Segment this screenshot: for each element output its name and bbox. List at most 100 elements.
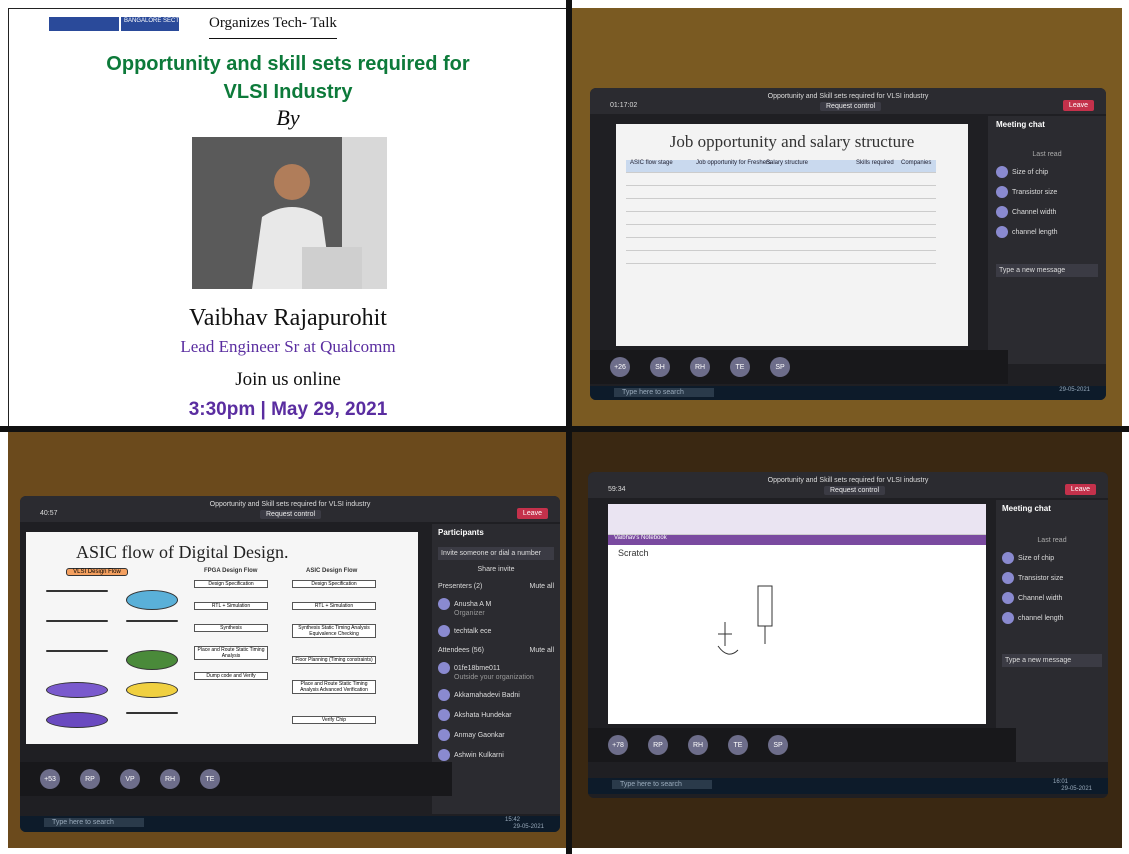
taskbar: Type here to search 16:01 29-05-2021 [588,778,1108,794]
avatar [438,729,450,741]
taskbar-search[interactable]: Type here to search [44,818,144,827]
message-input[interactable]: Type a new message [996,264,1098,277]
by-label: By [276,105,300,130]
participant-tile[interactable]: RH [688,735,708,755]
request-control-button[interactable]: Request control [260,510,322,519]
asic-step: Synthesis Static Timing Analysis Equival… [292,624,376,638]
participant-tile[interactable]: +26 [610,357,630,377]
chat-message: Channel width [996,206,1098,218]
invite-input[interactable]: Invite someone or dial a number [438,547,554,560]
taskbar-search[interactable]: Type here to search [612,780,712,789]
participant-tile[interactable]: VP [120,769,140,789]
request-control-button[interactable]: Request control [824,486,886,495]
talk-title-line1: Opportunity and skill sets required for [106,53,470,75]
meeting-photo-salary: Opportunity and Skill sets required for … [572,8,1122,426]
mute-all-button[interactable]: Mute all [529,647,554,654]
participant-row[interactable]: Akkamahadevi Badni [438,689,554,701]
leave-button[interactable]: Leave [516,508,548,519]
fpga-step: RTL + Simulation [194,602,268,610]
fpga-flow-title: FPGA Design Flow [204,568,258,574]
mute-all-button[interactable]: Mute all [529,583,554,590]
participant-tile[interactable]: SP [768,735,788,755]
avatar [1002,612,1014,624]
table-row [626,212,936,225]
flow-title-box: VLSI Design Flow [66,568,128,576]
taskbar-search[interactable]: Type here to search [614,388,714,397]
asic-step: RTL + Simulation [292,602,376,610]
participant-tile[interactable]: SP [770,357,790,377]
chat-message: channel length [996,226,1098,238]
laptop-screen: Opportunity and Skill sets required for … [588,472,1108,798]
participant-row[interactable]: techtalk ece [438,625,554,637]
chat-message: Transistor size [1002,572,1102,584]
leave-button[interactable]: Leave [1064,484,1096,495]
participant-tile[interactable]: RH [690,357,710,377]
table-row [626,251,936,264]
share-invite-button[interactable]: Share invite [438,566,554,573]
table-header: ASIC flow stage Job opportunity for Fres… [626,160,936,173]
participant-row[interactable]: Akshata Hundekar [438,709,554,721]
shared-slide: Job opportunity and salary structure ASI… [616,124,968,346]
presenters-header: Presenters (2) Mute all [438,583,554,590]
table-row [626,225,936,238]
divider [0,426,1129,432]
meeting-timer: 59:34 [608,486,626,493]
chat-title: Meeting chat [996,120,1045,129]
participant-tile[interactable]: TE [728,735,748,755]
event-poster: BANGALORE SECTION Organizes Tech- Talk O… [8,8,568,428]
avatar [996,166,1008,178]
meeting-title: Opportunity and Skill sets required for … [767,93,929,100]
avatar [1002,592,1014,604]
flow-step [46,590,108,592]
message-input[interactable]: Type a new message [1002,654,1102,667]
chat-message: Size of chip [996,166,1098,178]
participant-tile[interactable]: RP [80,769,100,789]
participant-tile[interactable]: +53 [40,769,60,789]
participant-tile[interactable]: RP [648,735,668,755]
participant-tile[interactable]: +78 [608,735,628,755]
participant-tile[interactable]: TE [200,769,220,789]
participant-row[interactable]: 01fe18bme011 [438,662,554,674]
chat-panel: Meeting chat Last read Size of chip Tran… [988,116,1106,364]
avatar [1002,572,1014,584]
speaker-role: Lead Engineer Sr at Qualcomm [180,337,396,356]
leave-button[interactable]: Leave [1062,100,1094,111]
asic-flow-title: ASIC Design Flow [306,568,358,574]
avatar [996,226,1008,238]
flow-step [46,650,108,652]
participant-tile[interactable]: SH [650,357,670,377]
meeting-bar: Opportunity and Skill sets required for … [588,472,1108,498]
fpga-step: Dump code and Verify [194,672,268,680]
meeting-title: Opportunity and Skill sets required for … [767,477,929,484]
participant-row[interactable]: Anmay Gaonkar [438,729,554,741]
laptop-screen: Opportunity and Skill sets required for … [590,88,1106,400]
chat-title: Meeting chat [1002,504,1051,513]
participants-title: Participants [438,528,484,537]
flow-step [126,590,178,610]
taskbar-date: 29-05-2021 [1059,387,1090,393]
participant-row[interactable]: Ashwin Kulkarni [438,749,554,761]
participant-tiles: +53 RP VP RH TE [20,762,452,796]
organizes-label: Organizes Tech- Talk [209,15,337,39]
flow-step [46,712,108,728]
avatar [996,186,1008,198]
participant-tile[interactable]: RH [160,769,180,789]
asic-step: Verify Chip [292,716,376,724]
attendees-header: Attendees (56) Mute all [438,647,554,654]
meeting-timer: 01:17:02 [610,102,638,109]
chat-message: Transistor size [996,186,1098,198]
avatar [438,709,450,721]
participant-row[interactable]: Anusha A M [438,598,554,610]
notebook-name[interactable]: Vaibhav's Notebook [608,535,986,545]
onenote-ribbon [608,504,986,535]
onenote-window: Vaibhav's Notebook Scratch [608,504,986,724]
participant-tile[interactable]: TE [730,357,750,377]
speaker-name: Vaibhav Rajapurohit [189,305,387,331]
last-read-marker: Last read [1037,537,1067,544]
request-control-button[interactable]: Request control [820,102,882,111]
meeting-bar: Opportunity and Skill sets required for … [590,88,1106,114]
organizer-label: Organizer [454,610,485,617]
flow-step [126,712,178,714]
flow-step [46,682,108,698]
taskbar-clock: 16:01 [1052,779,1068,785]
